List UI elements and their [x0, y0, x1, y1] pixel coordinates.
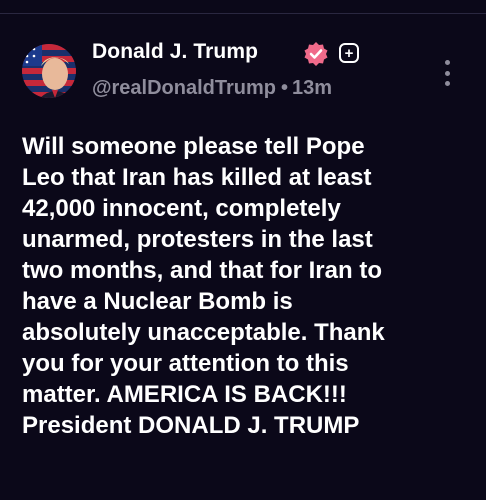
meta-separator: •	[280, 77, 288, 99]
ellipsis-dot	[444, 70, 450, 76]
avatar[interactable]	[22, 44, 76, 98]
post-text-line: unarmed, protesters in the last	[22, 226, 373, 253]
post-text-line: Leo that Iran has killed at least	[22, 164, 372, 191]
post-text-line: President DONALD J. TRUMP	[22, 412, 360, 439]
post-text-line: two months, and that for Iran to	[22, 257, 382, 284]
author-handle[interactable]: @realDonaldTrump	[92, 77, 276, 99]
post-text-line: absolutely unacceptable. Thank	[22, 319, 385, 346]
avatar-image	[22, 44, 76, 98]
author-display-name[interactable]: Donald J. Trump	[92, 40, 258, 64]
ellipsis-dot	[444, 81, 450, 86]
post-text-line: matter. AMERICA IS BACK!!!	[22, 381, 347, 408]
post-text-line: have a Nuclear Bomb is	[22, 288, 293, 315]
post-text-line: Will someone please tell Pope	[22, 133, 365, 160]
vertical-ellipsis-icon	[444, 60, 450, 65]
more-options-button[interactable]	[442, 60, 452, 86]
post-timestamp[interactable]: 13m	[292, 77, 332, 99]
post-text: Will someone please tell Pope Leo that I…	[22, 131, 472, 441]
post-text-line: 42,000 innocent, completely	[22, 195, 341, 222]
plus-icon: +	[344, 44, 354, 62]
top-divider	[0, 13, 486, 14]
author-meta: @realDonaldTrump • 13m	[92, 77, 332, 100]
follow-button[interactable]: +	[339, 43, 359, 63]
post-text-line: you for your attention to this	[22, 350, 349, 377]
verified-badge-icon	[304, 42, 328, 66]
